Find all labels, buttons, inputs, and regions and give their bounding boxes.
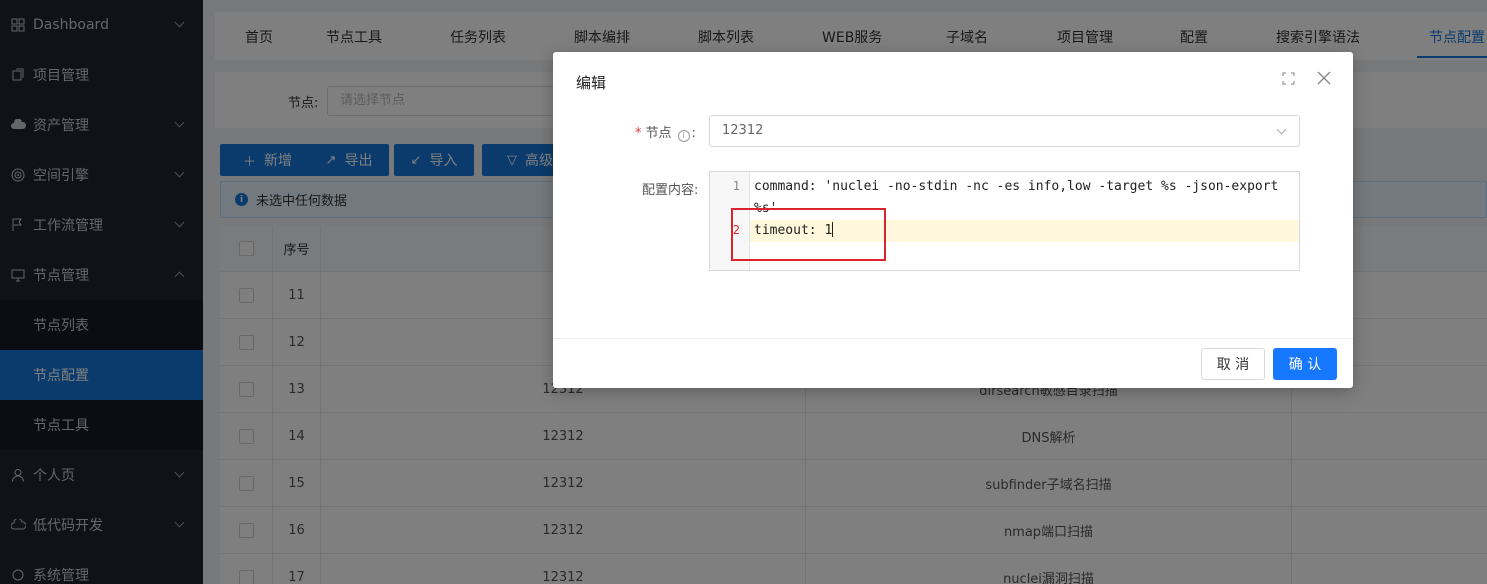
chevron-down-icon xyxy=(1276,124,1287,135)
annotation-highlight-box xyxy=(731,208,886,261)
required-marker: * xyxy=(635,126,642,141)
cancel-button[interactable]: 取 消 xyxy=(1201,348,1265,380)
code-line: command: 'nuclei -no-stdin -nc -es info,… xyxy=(754,179,1279,194)
dialog-footer-divider xyxy=(553,338,1353,339)
confirm-button[interactable]: 确 认 xyxy=(1273,348,1337,380)
info-circle-icon: i xyxy=(677,130,690,142)
close-icon[interactable] xyxy=(1315,68,1333,88)
maximize-icon[interactable] xyxy=(1281,72,1295,86)
node-form-label: * 节点 i: xyxy=(635,122,696,142)
node-select[interactable]: 12312 xyxy=(709,115,1300,147)
node-label-suffix: : xyxy=(691,126,696,141)
node-select-value: 12312 xyxy=(722,123,764,138)
node-label-text: 节点 xyxy=(645,126,672,141)
config-content-label: 配置内容: xyxy=(642,183,699,198)
edit-dialog: 编辑 * 节点 i: 12312 配置内容: 1 2 command: 'nucle… xyxy=(553,52,1353,388)
dialog-title: 编辑 xyxy=(576,74,607,92)
line-number: 1 xyxy=(732,179,740,193)
